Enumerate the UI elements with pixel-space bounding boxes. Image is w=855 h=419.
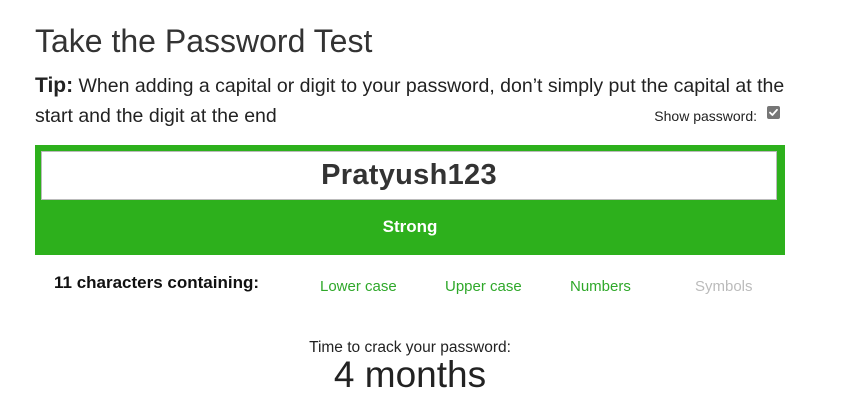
criterion-symbols: Symbols <box>695 278 753 295</box>
strength-value: Strong <box>382 217 438 236</box>
show-password-label: Show password: <box>654 108 757 124</box>
criterion-upper-case: Upper case <box>445 278 522 295</box>
show-password-checkbox[interactable] <box>767 105 780 119</box>
password-input[interactable]: Pratyush123 <box>41 151 777 200</box>
character-count: 11 characters containing: <box>54 273 260 292</box>
criterion-numbers: Numbers <box>570 278 631 295</box>
strength-meter: Pratyush123 Strong <box>35 145 785 255</box>
password-test-page: Take the Password Test Tip: When adding … <box>0 0 855 419</box>
checkmark-icon <box>769 108 778 116</box>
crack-time-value: 4 months <box>333 354 487 395</box>
page-title: Take the Password Test <box>35 23 373 59</box>
tip-label: Tip: <box>35 74 74 97</box>
character-criteria: 11 characters containing: Lower case Upp… <box>35 273 785 297</box>
criterion-lower-case: Lower case <box>320 278 397 295</box>
show-password-toggle[interactable]: Show password: <box>654 105 780 126</box>
